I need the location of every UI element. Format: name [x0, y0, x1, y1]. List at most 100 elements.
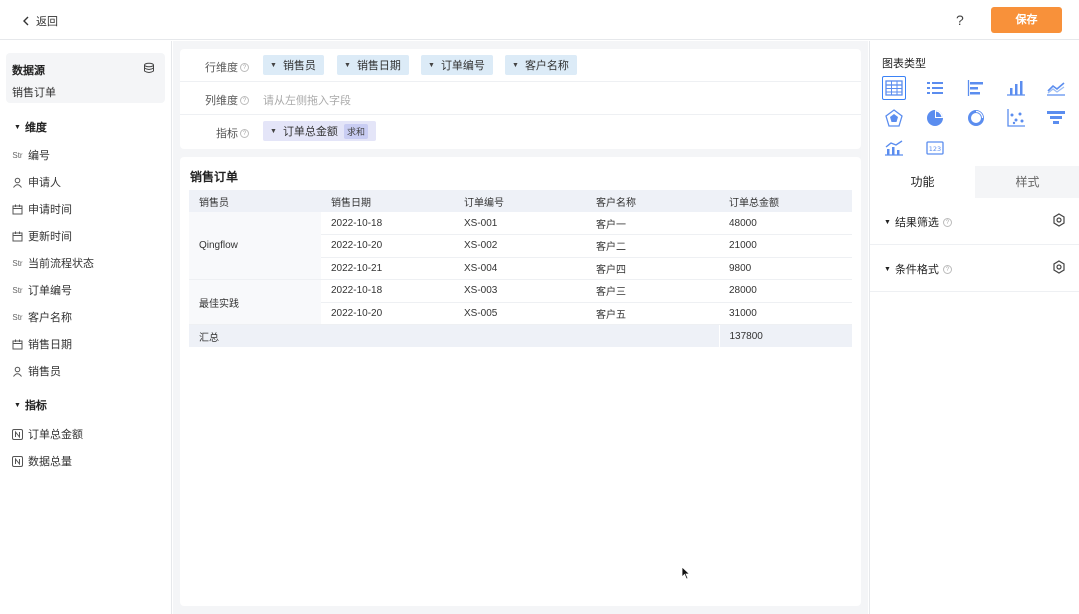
- field-label: 销售员: [28, 366, 61, 378]
- table-cell: 2022-10-20: [321, 302, 454, 325]
- horizontal-bar-icon[interactable]: [964, 76, 988, 100]
- donut-icon[interactable]: [964, 106, 988, 130]
- total-value: 137800: [718, 324, 852, 347]
- field-item[interactable]: 更新时间: [12, 228, 72, 244]
- table-cell: 2022-10-18: [321, 212, 454, 235]
- group-cell: Qingflow: [189, 212, 321, 280]
- row-dimension-text: 行维度: [205, 62, 238, 74]
- field-label: 订单总金额: [28, 429, 83, 441]
- datasource-panel[interactable]: 数据源 销售订单: [6, 53, 165, 103]
- help-icon[interactable]: ?: [240, 128, 249, 138]
- main-canvas: 行维度? ▼ 销售员 ▼ 销售日期 ▼ 订单编号 ▼ 客户名称 列维度? 请从左侧拖入字…: [173, 41, 868, 614]
- svg-text:123: 123: [929, 145, 941, 153]
- pie-chart-icon[interactable]: [923, 106, 947, 130]
- list-icon[interactable]: [923, 76, 947, 100]
- tab-function[interactable]: 功能: [870, 166, 975, 198]
- properties-panel: 图表类型 123 功能 样式 ▼ 结果筛选? ▼ 条件格式?: [869, 41, 1079, 614]
- datasource-title: 数据源: [12, 65, 45, 77]
- line-chart-icon[interactable]: [1044, 76, 1068, 100]
- calendar-icon: [12, 231, 23, 241]
- help-icon[interactable]: ?: [942, 217, 952, 227]
- field-item[interactable]: 申请人: [12, 174, 61, 190]
- metric-text: 指标: [216, 128, 238, 140]
- field-item[interactable]: 数据总量: [12, 453, 72, 469]
- field-item[interactable]: Str 编号: [12, 147, 50, 163]
- gear-icon[interactable]: [1052, 260, 1066, 274]
- back-button[interactable]: 返回: [22, 13, 58, 29]
- top-bar: 返回 ? 保存: [0, 0, 1079, 40]
- row-field-chip[interactable]: ▼ 订单编号: [421, 55, 493, 75]
- table-header-row: 销售员 销售日期 订单编号 客户名称 订单总金额: [189, 190, 852, 212]
- table-cell: XS-004: [454, 257, 586, 280]
- radar-icon[interactable]: [882, 106, 906, 130]
- caret-down-icon: ▼: [512, 61, 519, 69]
- tab-style[interactable]: 样式: [975, 166, 1079, 198]
- field-item[interactable]: 销售日期: [12, 336, 72, 352]
- table-cell: XS-002: [454, 234, 586, 258]
- table-cell: 2022-10-20: [321, 234, 454, 258]
- conditional-format-header: ▼ 条件格式?: [884, 261, 952, 277]
- save-button[interactable]: 保存: [991, 7, 1062, 33]
- caret-down-icon: ▼: [884, 218, 891, 226]
- field-item[interactable]: 订单总金额: [12, 426, 83, 442]
- calendar-icon: [12, 339, 23, 349]
- result-filter-header: ▼ 结果筛选?: [884, 214, 952, 230]
- person-icon: [13, 366, 22, 377]
- caret-down-icon: ▼: [270, 127, 277, 135]
- table-cell: 2022-10-18: [321, 279, 454, 303]
- bar-chart-icon[interactable]: [1004, 76, 1028, 100]
- panel-tabs: 功能 样式: [870, 166, 1079, 198]
- field-label: 申请时间: [28, 204, 72, 216]
- caret-down-icon: ▼: [14, 123, 21, 131]
- dimensions-section-header[interactable]: ▼ 维度: [14, 119, 47, 135]
- table-cell: 客户五: [586, 302, 719, 325]
- table-title: 销售订单: [190, 170, 239, 184]
- field-label: 客户名称: [28, 312, 72, 324]
- combo-chart-icon[interactable]: [882, 136, 906, 160]
- help-icon[interactable]: ?: [240, 62, 249, 72]
- table-cell: 客户二: [586, 234, 719, 258]
- table-row: 最佳实践 2022-10-18 XS-003 客户三 28000: [189, 279, 852, 325]
- table-cell: 2022-10-21: [321, 257, 454, 280]
- database-icon[interactable]: [143, 62, 155, 74]
- column-drop-zone[interactable]: 请从左侧拖入字段: [263, 92, 351, 108]
- row-field-chip[interactable]: ▼ 销售员: [263, 55, 324, 75]
- field-item[interactable]: Str 客户名称: [12, 309, 72, 325]
- group-cell: 最佳实践: [189, 279, 321, 325]
- row-field-chip[interactable]: ▼ 销售日期: [337, 55, 409, 75]
- table-icon[interactable]: [882, 76, 906, 100]
- chart-type-title: 图表类型: [882, 58, 926, 70]
- field-item[interactable]: Str 当前流程状态: [12, 255, 94, 271]
- funnel-icon[interactable]: [1044, 106, 1068, 130]
- field-item[interactable]: Str 订单编号: [12, 282, 72, 298]
- table-cell: 客户三: [586, 279, 719, 303]
- metric-label: 指标?: [216, 125, 249, 141]
- caret-down-icon: ▼: [344, 61, 351, 69]
- scatter-icon[interactable]: [1004, 106, 1028, 130]
- field-item[interactable]: 销售员: [12, 363, 61, 379]
- gear-icon[interactable]: [1052, 213, 1066, 227]
- result-filter-section[interactable]: ▼ 结果筛选?: [870, 198, 1079, 245]
- column-header: 客户名称: [586, 190, 719, 212]
- table-cell: 31000: [719, 302, 852, 325]
- metrics-section-header[interactable]: ▼ 指标: [14, 397, 47, 413]
- field-label: 当前流程状态: [28, 258, 94, 270]
- help-icon[interactable]: ?: [942, 264, 952, 274]
- row-dimension-row: 行维度? ▼ 销售员 ▼ 销售日期 ▼ 订单编号 ▼ 客户名称: [180, 49, 861, 82]
- field-item[interactable]: 申请时间: [12, 201, 72, 217]
- chevron-left-icon: [23, 16, 29, 26]
- field-label: 更新时间: [28, 231, 72, 243]
- number-card-icon[interactable]: 123: [923, 136, 947, 160]
- chip-label: 订单总金额: [282, 126, 338, 138]
- help-icon[interactable]: ?: [956, 12, 964, 28]
- metric-field-chip[interactable]: ▼ 订单总金额 求和: [263, 121, 376, 141]
- field-label: 编号: [28, 150, 50, 162]
- total-row: 汇总 137800: [189, 324, 852, 347]
- field-label: 销售日期: [28, 339, 72, 351]
- help-icon[interactable]: ?: [240, 95, 249, 105]
- row-field-chip[interactable]: ▼ 客户名称: [505, 55, 577, 75]
- string-icon: Str: [12, 312, 23, 322]
- table-cell: 客户一: [586, 212, 719, 235]
- field-label: 申请人: [28, 177, 61, 189]
- conditional-format-section[interactable]: ▼ 条件格式?: [870, 245, 1079, 292]
